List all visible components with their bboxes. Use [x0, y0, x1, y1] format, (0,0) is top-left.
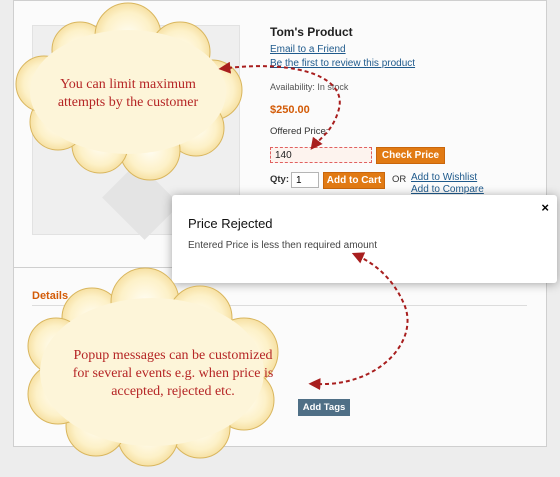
callout-text-bottom: Popup messages can be customized for sev…	[72, 348, 274, 399]
arrow-bottom	[308, 252, 409, 391]
annotation-layer	[15, 2, 409, 467]
callout-text-top: You can limit maximum attempts by the cu…	[57, 77, 199, 110]
arrow-top	[218, 61, 341, 150]
